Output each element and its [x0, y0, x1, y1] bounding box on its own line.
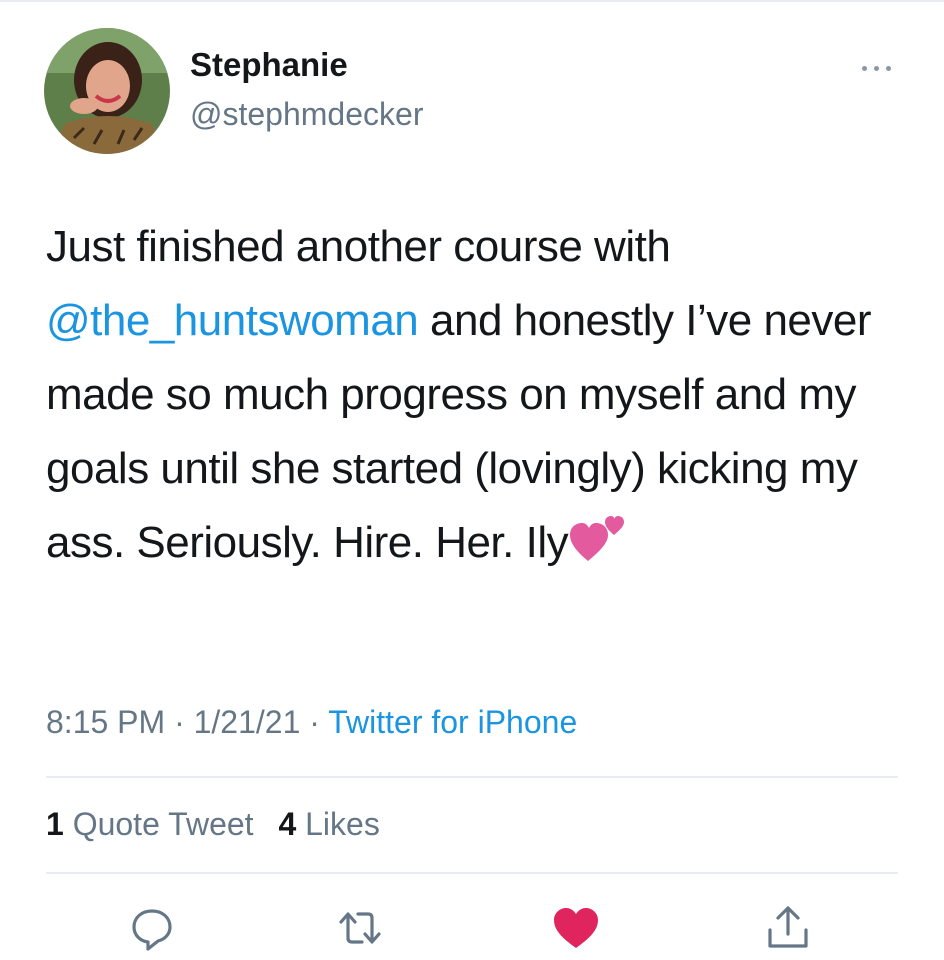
- divider: [46, 872, 898, 874]
- retweet-icon: [339, 912, 381, 944]
- avatar[interactable]: [44, 28, 170, 154]
- divider: [46, 776, 898, 778]
- display-name[interactable]: Stephanie: [190, 46, 348, 84]
- like-button[interactable]: [552, 904, 600, 952]
- user-handle[interactable]: @stephmdecker: [190, 96, 423, 133]
- tweet-text: Just finished another course with @the_h…: [46, 210, 906, 586]
- tweet-text-start: Just finished another course with: [46, 222, 671, 271]
- reply-icon: [132, 909, 172, 951]
- tweet-source-link[interactable]: Twitter for iPhone: [328, 704, 577, 740]
- like-label: Likes: [296, 806, 380, 842]
- reply-button[interactable]: [128, 904, 176, 952]
- tweet-meta: 8:15 PM · 1/21/21 · Twitter for iPhone: [46, 704, 577, 741]
- heart-filled-icon: [554, 908, 598, 948]
- tweet-stats: 1 Quote Tweet 4 Likes: [46, 806, 396, 843]
- likes-stat[interactable]: 4 Likes: [278, 806, 379, 842]
- top-divider: [0, 0, 944, 2]
- tweet-time: 8:15 PM: [46, 704, 166, 740]
- two-hearts-icon: [570, 512, 626, 586]
- mention-link[interactable]: @the_huntswoman: [46, 296, 419, 345]
- share-icon: [768, 906, 808, 948]
- tweet-date: 1/21/21: [193, 704, 301, 740]
- like-count: 4: [278, 806, 297, 842]
- more-options-icon[interactable]: [860, 62, 894, 74]
- quote-count: 1: [46, 806, 64, 842]
- quote-tweets-stat[interactable]: 1 Quote Tweet: [46, 806, 254, 842]
- meta-separator: ·: [300, 704, 329, 740]
- quote-label: Quote Tweet: [63, 806, 254, 842]
- retweet-button[interactable]: [336, 904, 384, 952]
- meta-separator: ·: [165, 704, 194, 740]
- share-button[interactable]: [764, 904, 812, 952]
